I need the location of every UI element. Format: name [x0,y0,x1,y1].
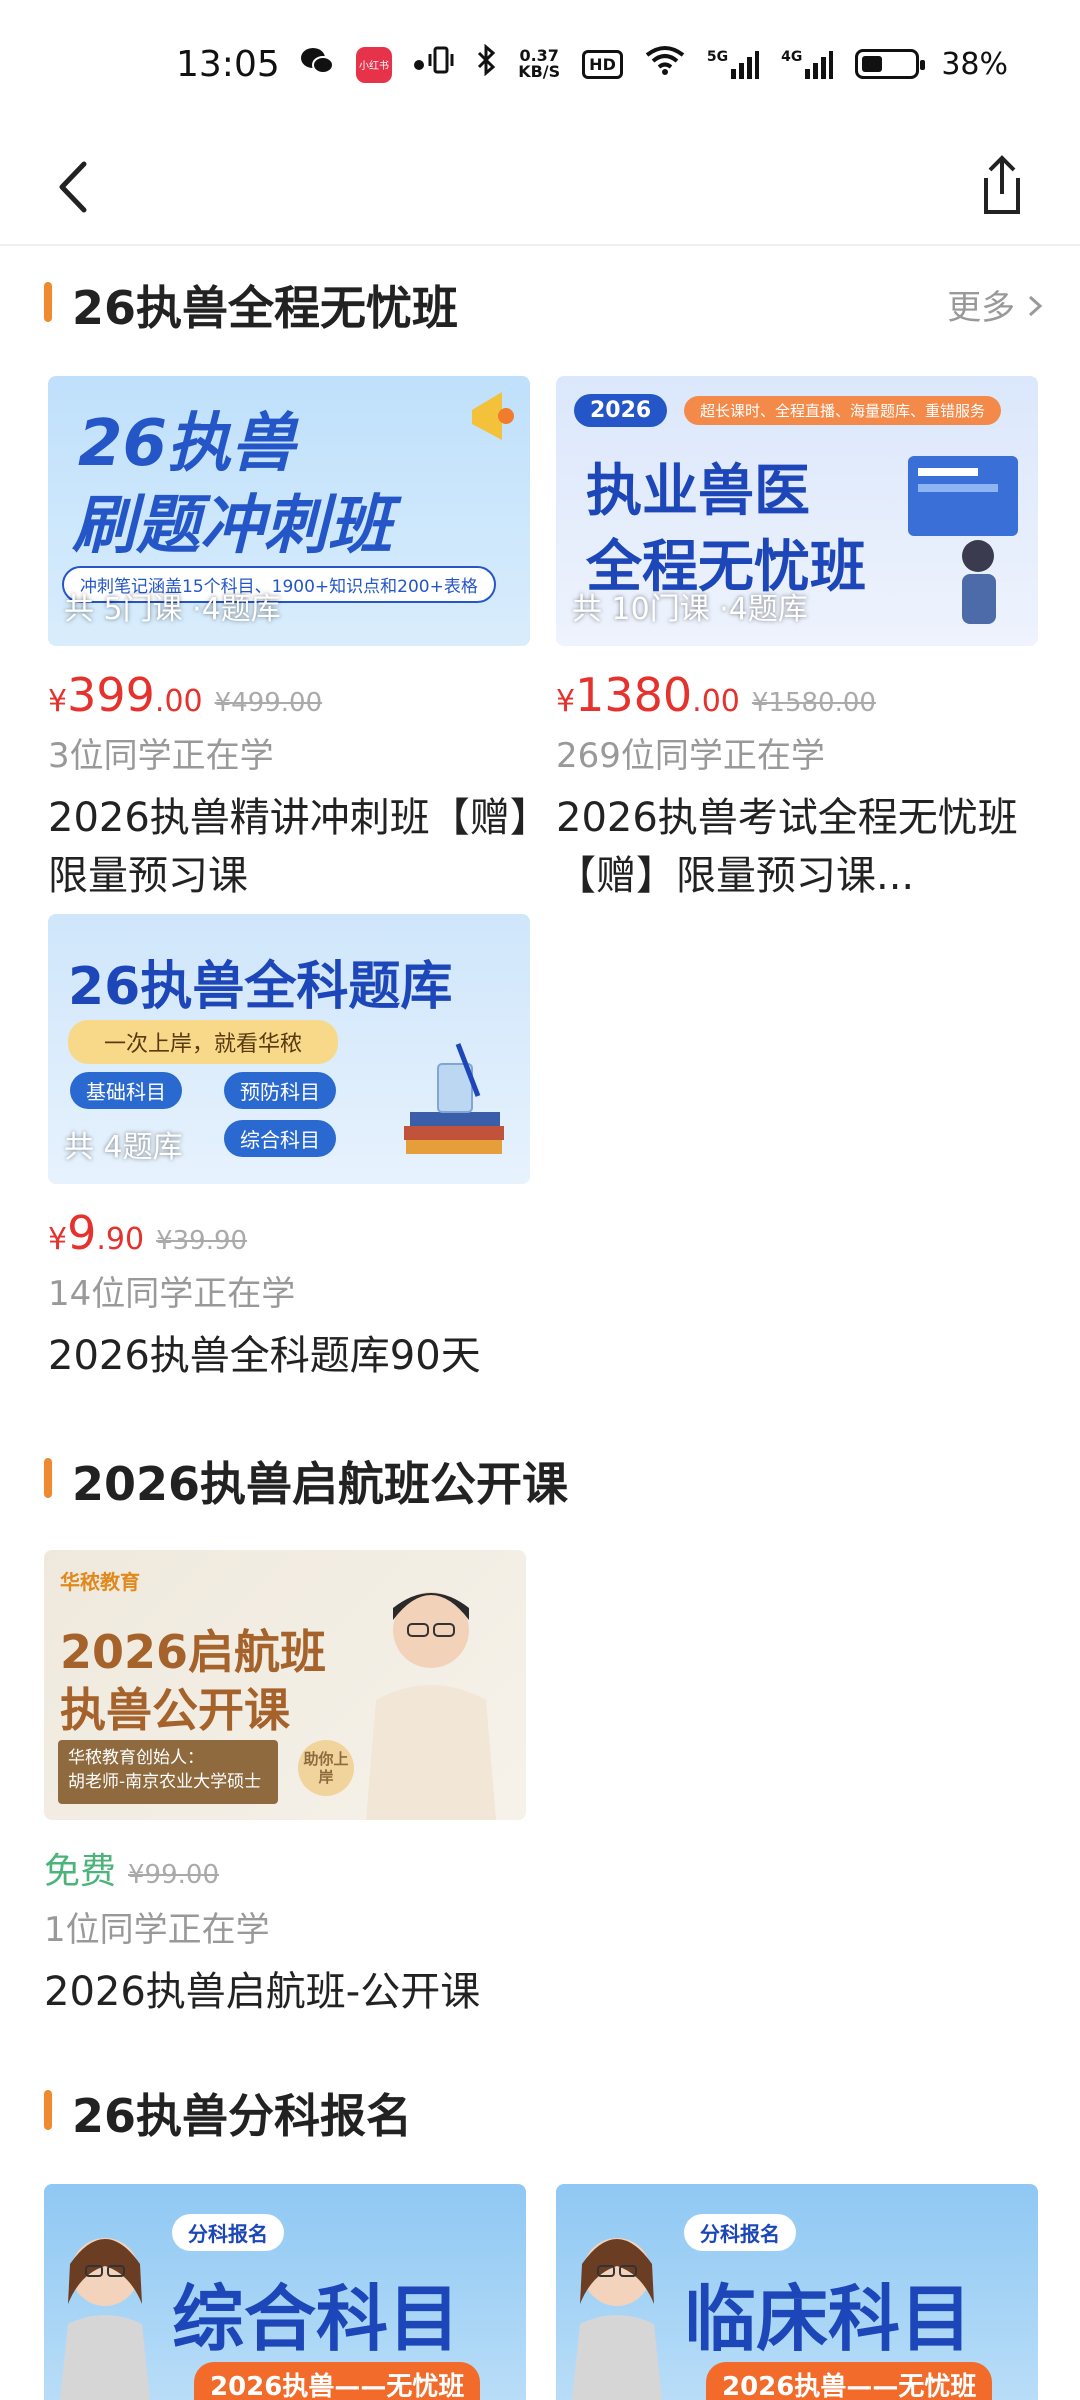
thumb-headline: 临床科目 [684,2277,973,2361]
bluetooth-icon [476,43,496,84]
thumb-subtitle: 2026执兽——无忧班 [706,2362,993,2400]
net-speed: 0.37 KB/S [518,46,561,81]
wechat-icon [300,46,334,83]
course-thumbnail: 2026 超长课时、全程直播、海量题库、重错服务 执业兽医 全程无忧班 共 10… [556,376,1038,646]
current-price: ¥399.00 [48,668,203,722]
free-label: 免费 [44,1851,117,1892]
course-thumbnail: 分科报名 临床科目 2026执兽——无忧班 [556,2184,1038,2400]
teacher-portrait-icon [356,1570,506,1820]
vibrate-icon [428,45,454,83]
section-accent-bar [44,1458,52,1498]
course-title: 2026执兽精讲冲刺班【赠】限量预习课 [48,795,530,899]
course-thumbnail: 26执兽全科题库 一次上岸，就看华秾 基础科目 预防科目 综合科目 共 4题库 [48,914,530,1184]
course-title: 2026执兽考试全程无忧班【赠】限量预习课... [556,795,1018,899]
signal-5g-icon: 5G [707,49,760,79]
course-thumbnail: 26执兽 刷题冲刺班 冲刺笔记涵盖15个科目、1900+知识点和200+表格 共… [48,376,530,646]
course-title: 2026执兽启航班-公开课 [44,1969,481,2015]
original-price: ¥499.00 [214,688,323,718]
teacher-illustration-icon [908,446,1028,636]
section-accent-bar [44,2090,52,2130]
original-price: ¥99.00 [128,1860,219,1890]
app-badge-icon: 小红书 [356,46,392,83]
section-accent-bar [44,282,52,322]
learner-count: 3位同学正在学 [48,736,274,776]
course-card[interactable]: 华秾教育 2026启航班 执兽公开课 华秾教育创始人： 胡老师-南京农业大学硕士… [44,1550,526,2021]
section-header-subject-signup: 26执兽分科报名 [44,2080,1044,2143]
more-link[interactable]: 更多 [947,280,1044,329]
thumb-slogan: 一次上岸，就看华秾 [68,1020,339,1064]
status-left-icons: 小红书 [300,46,424,83]
learner-count: 14位同学正在学 [48,1274,296,1314]
chevron-right-icon [1028,295,1043,317]
thumb-feature-tag: 超长课时、全程直播、海量题库、重错服务 [684,396,1002,425]
course-count-label: 共 5门课 ·4题库 [64,592,281,627]
thumb-headline: 执业兽医 [586,459,810,524]
course-card[interactable]: 26执兽全科题库 一次上岸，就看华秾 基础科目 预防科目 综合科目 共 4题库 … [48,914,530,1385]
current-price: ¥9.90 [48,1206,145,1260]
hd-icon: HD [582,49,623,79]
nav-bar [0,130,1080,246]
signal-4g-icon: 4G [781,49,834,79]
brand-logo: 华秾教育 [60,1570,140,1594]
price-row: 免费 ¥99.00 [44,1842,526,1892]
share-button[interactable] [960,146,1040,226]
status-time: 13:05 [176,44,280,85]
founder-box: 华秾教育创始人： 胡老师-南京农业大学硕士 [58,1740,278,1804]
thumb-headline-2: 刷题冲刺班 [72,489,392,563]
section-title: 26执兽分科报名 [72,2089,413,2143]
course-thumbnail: 分科报名 综合科目 2026执兽——无忧班 [44,2184,526,2400]
current-price: ¥1380.00 [556,668,740,722]
thumb-subtitle: 2026执兽——无忧班 [194,2362,481,2400]
course-card[interactable]: 分科报名 临床科目 2026执兽——无忧班 [556,2184,1038,2400]
thumb-pill: 预防科目 [224,1072,336,1109]
section-title: 26执兽全程无忧班 [72,281,459,335]
megaphone-icon [468,386,516,456]
price-row: ¥399.00 ¥499.00 [48,668,530,722]
section-header-full-course: 26执兽全程无忧班 更多 [44,272,1044,335]
thumb-pill: 基础科目 [70,1072,182,1109]
books-pen-icon [398,1034,508,1164]
course-card[interactable]: 分科报名 综合科目 2026执兽——无忧班 [44,2184,526,2400]
course-count-label: 共 10门课 ·4题库 [572,592,808,627]
learner-count: 1位同学正在学 [44,1910,270,1950]
battery-icon [855,49,926,79]
course-card[interactable]: 26执兽 刷题冲刺班 冲刺笔记涵盖15个科目、1900+知识点和200+表格 共… [48,376,530,905]
teacher-avatar-icon [562,2214,672,2400]
original-price: ¥39.90 [156,1226,248,1256]
price-row: ¥1380.00 ¥1580.00 [556,668,1038,722]
price-row: ¥9.90 ¥39.90 [48,1206,530,1260]
battery-fill [862,56,883,72]
original-price: ¥1580.00 [751,688,876,718]
thumb-headline: 26执兽全科题库 [68,957,453,1017]
thumb-headline: 26执兽 [78,407,296,481]
thumb-pill: 综合科目 [224,1120,336,1157]
notification-dot-icon [414,59,424,70]
badge: 助你上岸 [298,1740,354,1796]
course-card[interactable]: 2026 超长课时、全程直播、海量题库、重错服务 执业兽医 全程无忧班 共 10… [556,376,1038,905]
back-button[interactable] [40,152,110,222]
thumb-year-tag: 2026 [574,394,668,427]
wifi-icon [645,45,685,83]
status-bar: 13:05 小红书 0.37 KB/S HD 5G 4G 38% [0,0,1080,130]
section-title: 2026执兽启航班公开课 [72,1457,569,1511]
thumb-tag: 分科报名 [172,2214,284,2251]
course-title: 2026执兽全科题库90天 [48,1333,481,1379]
battery-percent: 38% [941,46,1008,82]
course-thumbnail: 华秾教育 2026启航班 执兽公开课 华秾教育创始人： 胡老师-南京农业大学硕士… [44,1550,526,1820]
course-count-label: 共 4题库 [64,1130,183,1165]
thumb-tag: 分科报名 [684,2214,796,2251]
thumb-headline: 2026启航班 [60,1625,327,1679]
thumb-headline: 综合科目 [172,2277,461,2361]
teacher-avatar-icon [50,2214,160,2400]
chevron-left-icon [59,161,87,213]
section-header-open-course: 2026执兽启航班公开课 [44,1448,1044,1511]
status-right-icons: 0.37 KB/S HD 5G 4G 38% [428,43,1008,84]
thumb-headline-2: 执兽公开课 [60,1683,290,1737]
learner-count: 269位同学正在学 [556,736,825,776]
share-icon [984,155,1020,214]
